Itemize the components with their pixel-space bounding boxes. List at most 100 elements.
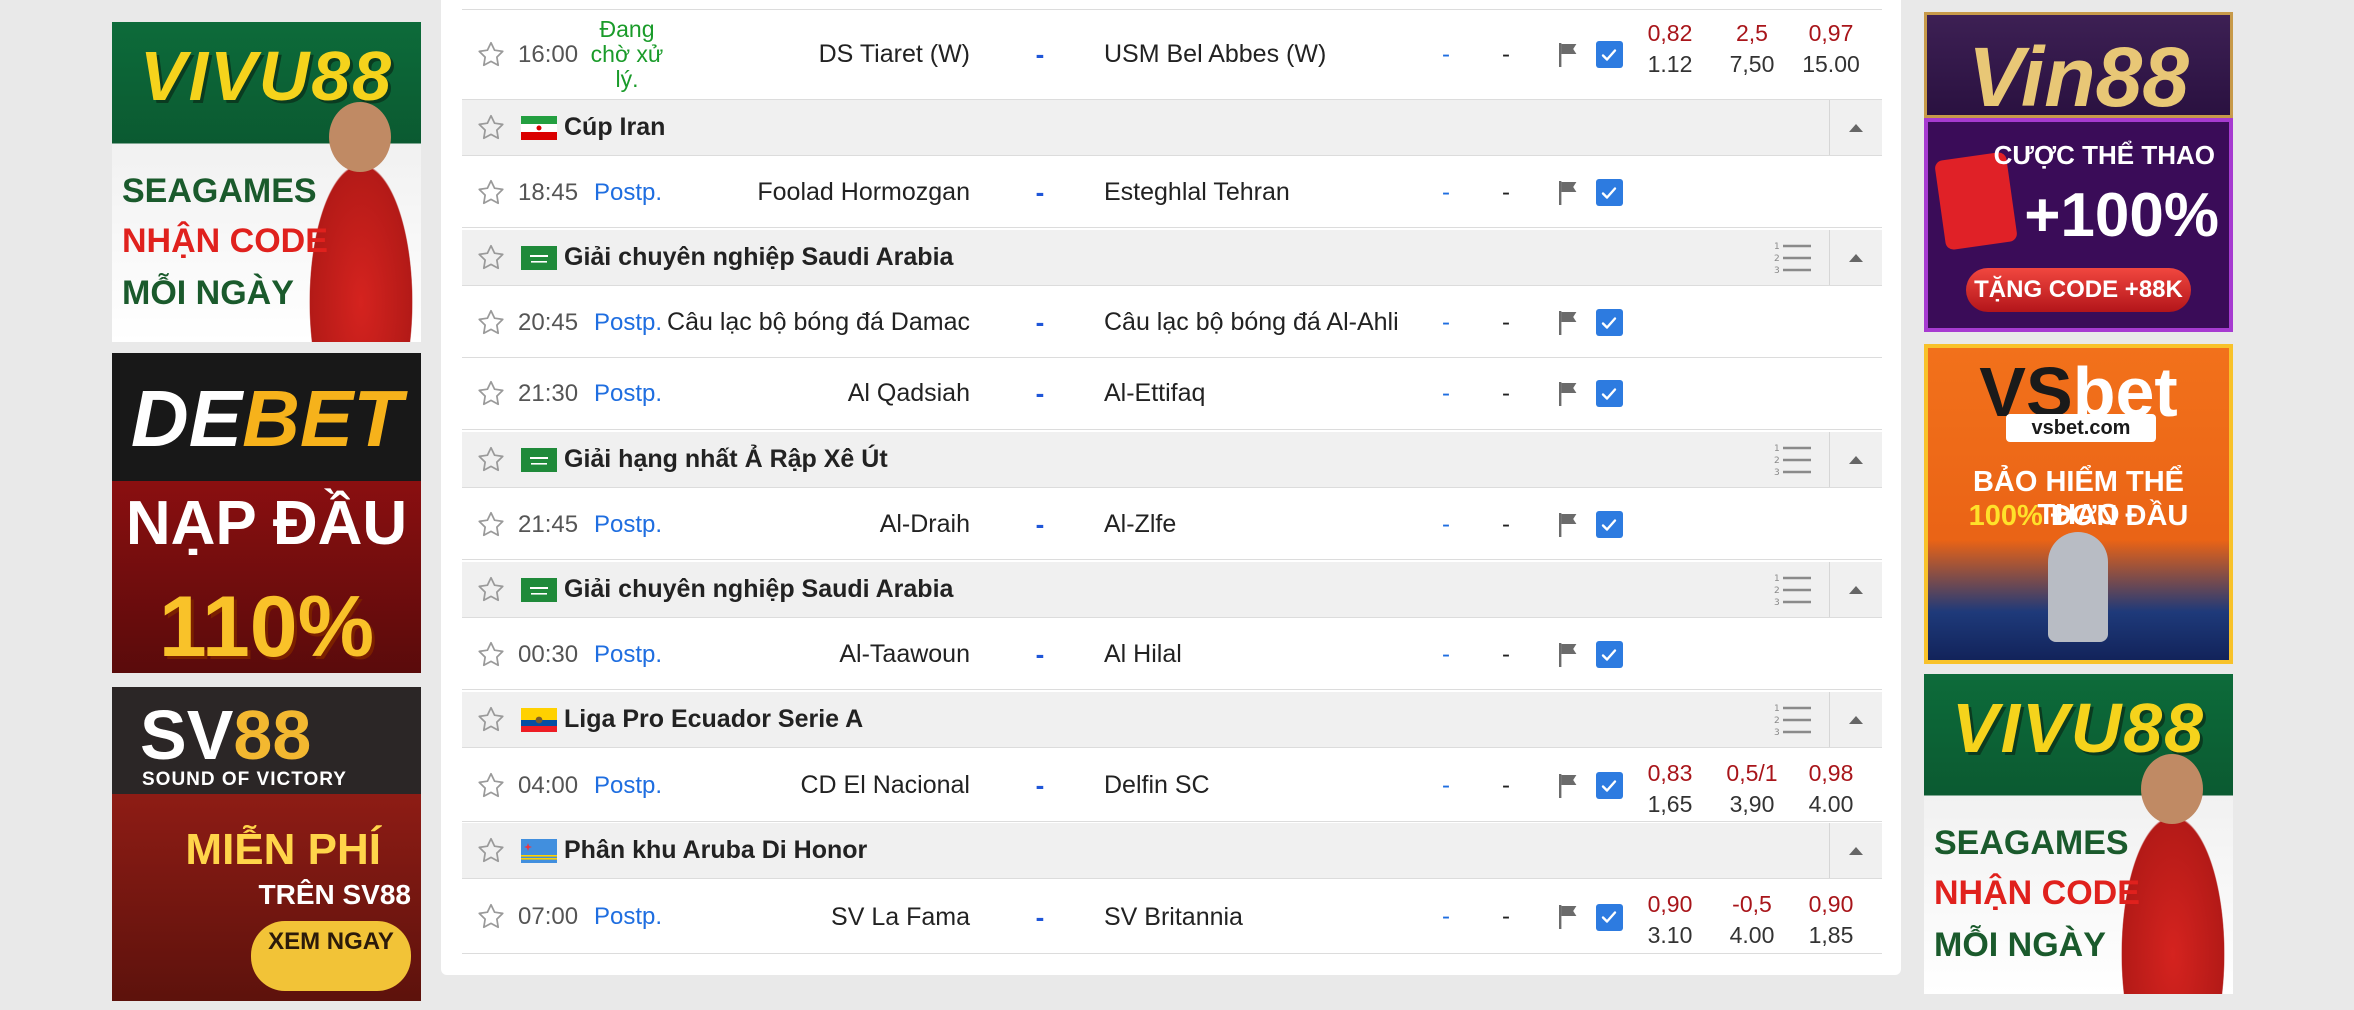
report-flag-icon[interactable] — [1554, 490, 1584, 559]
select-checkbox[interactable] — [1594, 881, 1624, 953]
checkbox-checked-icon[interactable] — [1595, 641, 1623, 668]
away-team[interactable]: Esteghlal Tehran — [1104, 158, 1464, 227]
ad-banner-vivu88-right[interactable]: VIVU88 SEAGAMES NHẬN CODE MỖI NGÀY — [1924, 674, 2233, 994]
favorite-league-star-icon[interactable] — [468, 562, 514, 617]
select-checkbox[interactable] — [1594, 10, 1624, 99]
ad-banner-cuoc-the-thao[interactable]: CƯỢC THỂ THAO +100% TẶNG CODE +88K — [1924, 118, 2233, 332]
match-row[interactable]: 21:30 Postp. Al Qadsiah - Al-Ettifaq - - — [462, 358, 1882, 430]
odds-column[interactable]: 2,5 7,50 — [1717, 18, 1787, 80]
report-flag-icon[interactable] — [1554, 881, 1584, 953]
league-name[interactable]: Liga Pro Ecuador Serie A — [564, 692, 863, 747]
home-team[interactable]: DS Tiaret (W) — [702, 10, 970, 99]
standings-list-icon[interactable]: 1 2 3 — [1770, 432, 1816, 487]
odds-column[interactable]: 0,98 4.00 — [1796, 758, 1866, 820]
checkbox-checked-icon[interactable] — [1595, 380, 1623, 407]
checkbox-checked-icon[interactable] — [1595, 41, 1623, 68]
checkbox-checked-icon[interactable] — [1595, 179, 1623, 206]
odds-line-top: 0,98 — [1808, 760, 1854, 786]
league-name[interactable]: Phân khu Aruba Di Honor — [564, 823, 867, 878]
odds-line-bottom: 1.12 — [1647, 51, 1693, 77]
match-row[interactable]: 04:00 Postp. CD El Nacional - Delfin SC - -0,8… — [462, 750, 1882, 822]
select-checkbox[interactable] — [1594, 750, 1624, 821]
report-flag-icon[interactable] — [1554, 288, 1584, 357]
away-team[interactable]: Al-Ettifaq — [1104, 358, 1464, 429]
away-team[interactable]: Câu lạc bộ bóng đá Al-Ahli — [1104, 288, 1464, 357]
league-header: Phân khu Aruba Di Honor — [462, 823, 1882, 879]
ad-text-line2: +100% — [2024, 181, 2219, 250]
standings-list-icon[interactable]: 1 2 3 — [1770, 692, 1816, 747]
match-row[interactable]: 18:45 Postp. Foolad Hormozgan - Esteghlal Te… — [462, 158, 1882, 228]
away-team[interactable]: Delfin SC — [1104, 750, 1464, 821]
home-team[interactable]: SV La Fama — [702, 881, 970, 953]
collapse-arrow-icon[interactable] — [1829, 823, 1882, 878]
favorite-star-icon[interactable] — [468, 288, 514, 357]
away-team[interactable]: Al-Zlfe — [1104, 490, 1464, 559]
away-team[interactable]: Al Hilal — [1104, 620, 1464, 689]
ad-banner-vsbet[interactable]: VSbet vsbet.com BẢO HIỂM THỂ THAO 100% Đ… — [1924, 344, 2233, 664]
ad-cta-button[interactable]: XEM NGAY — [251, 921, 411, 991]
favorite-star-icon[interactable] — [468, 881, 514, 953]
home-team[interactable]: Al-Draih — [702, 490, 970, 559]
collapse-arrow-icon[interactable] — [1829, 100, 1882, 155]
favorite-star-icon[interactable] — [468, 10, 514, 99]
league-name[interactable]: Cúp Iran — [564, 100, 665, 155]
select-checkbox[interactable] — [1594, 158, 1624, 227]
league-name[interactable]: Giải chuyên nghiệp Saudi Arabia — [564, 230, 953, 285]
ad-banner-vin88[interactable]: Vin88 — [1924, 12, 2233, 118]
checkbox-checked-icon[interactable] — [1595, 903, 1623, 931]
home-team[interactable]: Foolad Hormozgan — [702, 158, 970, 227]
match-row[interactable]: 16:00 Đang chờ xử lý. DS Tiaret (W) - USM Be… — [462, 10, 1882, 100]
home-team[interactable]: Câu lạc bộ bóng đá Damac — [667, 288, 970, 357]
favorite-league-star-icon[interactable] — [468, 230, 514, 285]
ad-domain: vsbet.com — [2006, 414, 2156, 442]
match-row[interactable]: 21:45 Postp. Al-Draih - Al-Zlfe - - — [462, 490, 1882, 560]
select-checkbox[interactable] — [1594, 288, 1624, 357]
favorite-league-star-icon[interactable] — [468, 823, 514, 878]
home-team[interactable]: Al Qadsiah — [702, 358, 970, 429]
odds-column[interactable]: 0,5/1 3,90 — [1717, 758, 1787, 820]
odds-column[interactable]: 0,97 15.00 — [1796, 18, 1866, 80]
ad-banner-vivu88-left[interactable]: VIVU88 SEAGAMES NHẬN CODE MỖI NGÀY — [112, 22, 421, 342]
away-team[interactable]: USM Bel Abbes (W) — [1104, 10, 1464, 99]
collapse-arrow-icon[interactable] — [1829, 432, 1882, 487]
away-team[interactable]: SV Britannia — [1104, 881, 1464, 953]
home-team[interactable]: Al-Taawoun — [702, 620, 970, 689]
match-row[interactable]: 00:30 Postp. Al-Taawoun - Al Hilal - - — [462, 620, 1882, 690]
select-checkbox[interactable] — [1594, 490, 1624, 559]
favorite-league-star-icon[interactable] — [468, 432, 514, 487]
collapse-arrow-icon[interactable] — [1829, 692, 1882, 747]
checkbox-checked-icon[interactable] — [1595, 309, 1623, 336]
ad-banner-sv88[interactable]: SV88 SOUND OF VICTORY MIỄN PHÍ TRÊN SV88… — [112, 687, 421, 1001]
home-team[interactable]: CD El Nacional — [702, 750, 970, 821]
select-checkbox[interactable] — [1594, 620, 1624, 689]
favorite-star-icon[interactable] — [468, 750, 514, 821]
favorite-star-icon[interactable] — [468, 490, 514, 559]
standings-list-icon[interactable]: 1 2 3 — [1770, 230, 1816, 285]
standings-list-icon[interactable]: 1 2 3 — [1770, 562, 1816, 617]
league-name[interactable]: Giải hạng nhất Ả Rập Xê Út — [564, 432, 888, 487]
checkbox-checked-icon[interactable] — [1595, 511, 1623, 538]
odds-column[interactable]: 0,90 3.10 — [1635, 889, 1705, 951]
report-flag-icon[interactable] — [1554, 10, 1584, 99]
odds-column[interactable]: 0,83 1,65 — [1635, 758, 1705, 820]
report-flag-icon[interactable] — [1554, 158, 1584, 227]
favorite-star-icon[interactable] — [468, 620, 514, 689]
match-row[interactable]: 20:45 Postp. Câu lạc bộ bóng đá Damac - Câu … — [462, 288, 1882, 358]
report-flag-icon[interactable] — [1554, 620, 1584, 689]
ad-banner-debet[interactable]: DEBET NẠP ĐẦU 110% — [112, 353, 421, 673]
odds-column[interactable]: -0,5 4.00 — [1717, 889, 1787, 951]
favorite-league-star-icon[interactable] — [468, 692, 514, 747]
report-flag-icon[interactable] — [1554, 750, 1584, 821]
collapse-arrow-icon[interactable] — [1829, 562, 1882, 617]
collapse-arrow-icon[interactable] — [1829, 230, 1882, 285]
report-flag-icon[interactable] — [1554, 358, 1584, 429]
match-row[interactable]: 07:00 Postp. SV La Fama - SV Britannia - -0,90… — [462, 881, 1882, 954]
checkbox-checked-icon[interactable] — [1595, 772, 1623, 799]
odds-column[interactable]: 0,90 1,85 — [1796, 889, 1866, 951]
league-name[interactable]: Giải chuyên nghiệp Saudi Arabia — [564, 562, 953, 617]
odds-column[interactable]: 0,82 1.12 — [1635, 18, 1705, 80]
favorite-star-icon[interactable] — [468, 358, 514, 429]
favorite-star-icon[interactable] — [468, 158, 514, 227]
select-checkbox[interactable] — [1594, 358, 1624, 429]
favorite-league-star-icon[interactable] — [468, 100, 514, 155]
